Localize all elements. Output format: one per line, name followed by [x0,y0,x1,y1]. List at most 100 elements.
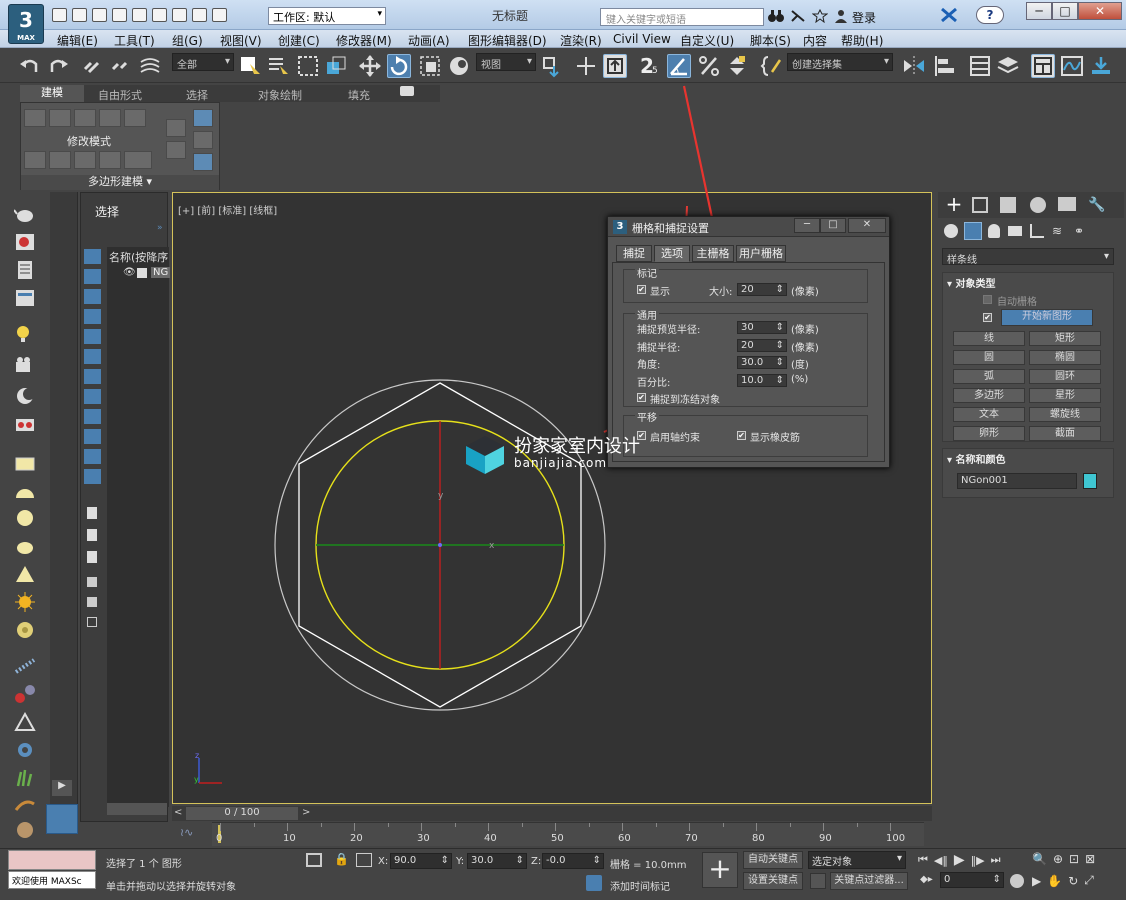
keyboard-shortcut-button[interactable] [603,54,627,78]
material-editor-icon[interactable] [14,232,36,252]
star-button[interactable]: 星形 [1029,388,1101,403]
window2-icon[interactable] [192,8,207,22]
selection-filter-dropdown[interactable]: 全部 ▾ [172,53,234,71]
ribbon-tool-icon[interactable] [193,131,213,149]
spinner-arrows-icon[interactable]: ⇕ [993,874,1001,885]
particles-icon[interactable] [14,656,36,676]
motion-tab-icon[interactable] [1030,197,1046,213]
snap-frozen-checkbox[interactable]: ✔ [637,393,646,402]
next-key-icon[interactable]: ‖▶ [971,854,985,867]
filter-hidden-icon[interactable] [84,469,101,484]
filter-groups-icon[interactable] [84,369,101,384]
spinner-arrows-icon[interactable]: ⇕ [776,322,784,333]
grass-icon[interactable] [14,768,36,788]
eye-icon[interactable]: 👁 [123,267,136,278]
select-object-button[interactable] [238,54,262,78]
hair-icon[interactable] [14,796,36,816]
shell-icon[interactable] [14,820,36,840]
percent-spinner[interactable]: 10.0 ⇕ [737,374,787,387]
ngon-button[interactable]: 多边形 [953,388,1025,403]
spinner-arrows-icon[interactable]: ⇕ [776,284,784,295]
auto-key-button[interactable]: 自动关键点 [743,851,803,869]
auto-grid-checkbox[interactable] [983,295,992,304]
filter-xrefs-icon[interactable] [84,389,101,404]
spinner-arrows-icon[interactable]: ⇕ [516,855,524,866]
display-rubber-band-checkbox[interactable]: ✔ [737,431,746,440]
snap-radius-spinner[interactable]: 20 ⇕ [737,339,787,352]
filter-frozen-icon[interactable] [84,449,101,464]
exchange-icon[interactable] [940,7,958,23]
y-coordinate-field[interactable]: 30.0 ⇕ [467,853,527,869]
tab-freeform[interactable]: 自由形式 [98,87,142,103]
molecule-icon[interactable] [14,684,36,704]
filter-containers-icon[interactable] [84,429,101,444]
spinner-arrows-icon[interactable]: ⇕ [776,357,784,368]
tab-selection[interactable]: 选择 [186,87,208,103]
prev-key-icon[interactable]: ◀‖ [934,854,948,867]
menu-graph-editors[interactable]: 图形编辑器(D) [468,32,547,49]
angle-snap-button[interactable] [667,54,691,78]
menu-content[interactable]: 内容 [803,32,827,49]
maximize-button[interactable]: □ [1052,2,1078,20]
menu-edit[interactable]: 编辑(E) [57,32,98,49]
box-icon[interactable] [14,454,36,474]
modify-tab-icon[interactable] [972,197,988,213]
current-frame-field[interactable]: 0 ⇕ [940,872,1004,888]
dialog-maximize-button[interactable]: □ [820,218,846,233]
geometry-icon[interactable] [944,224,958,238]
scene-explorer-button[interactable] [968,54,992,78]
open-file-icon[interactable] [72,8,87,22]
helix-button[interactable]: 螺旋线 [1029,407,1101,422]
sun-icon[interactable] [14,592,36,612]
play-icon[interactable]: ▶ [954,852,965,868]
time-tag-icon[interactable] [586,875,602,891]
list-item[interactable]: 👁 NG [123,267,171,281]
placement-button[interactable] [447,54,471,78]
select-manipulate-button[interactable] [574,54,598,78]
sphere-icon[interactable] [14,508,36,528]
select-by-name-button[interactable] [266,54,290,78]
dialog-close-button[interactable]: ✕ [848,218,886,233]
play-icon[interactable]: ▶ [52,780,72,796]
document-icon[interactable] [14,260,36,280]
move-button[interactable] [358,54,382,78]
spinner-arrows-icon[interactable]: ⇕ [776,340,784,351]
pan-hand-icon[interactable]: ✋ [1047,874,1062,888]
moon-icon[interactable] [14,386,36,406]
maximize-viewport-icon[interactable]: ⤢ [1084,873,1094,888]
help-icon[interactable]: ? [976,6,1004,24]
key-filters-button[interactable]: 关键点过滤器... [830,872,908,890]
tag-icon[interactable] [87,617,97,627]
binoculars-icon[interactable] [768,9,784,23]
line-button[interactable]: 线 [953,331,1025,346]
horizontal-scrollbar[interactable] [107,803,167,815]
rollout-header[interactable]: ▾ 名称和颜色 [947,451,1006,466]
donut-button[interactable]: 圆环 [1029,369,1101,384]
zoom-extents-all-icon[interactable]: ⊠ [1085,852,1095,866]
ribbon-tool-icon[interactable] [193,109,213,127]
text-button[interactable]: 文本 [953,407,1025,422]
fov-icon[interactable]: ▶ [1032,874,1041,888]
section-button[interactable]: 截面 [1029,426,1101,441]
set-key-button[interactable]: 设置关键点 [743,872,803,890]
zoom-icon[interactable]: 🔍 [1032,852,1047,866]
tab-object-paint[interactable]: 对象绘制 [258,87,302,103]
schematic-view-button[interactable] [1089,54,1113,78]
hierarchy-tab-icon[interactable] [1000,197,1016,213]
app-logo[interactable]: 3 MAX [8,4,44,44]
ribbon-tool-icon[interactable] [74,109,96,127]
arc-button[interactable]: 弧 [953,369,1025,384]
time-slider-thumb[interactable]: 0 / 100 [186,807,298,820]
filter-bones-icon[interactable] [84,409,101,424]
ribbon-tool-icon[interactable] [193,153,213,171]
curve-editor-button[interactable] [1060,54,1084,78]
ribbon-tool-icon[interactable] [24,109,46,127]
marker-size-spinner[interactable]: 20 ⇕ [737,283,787,296]
search-input[interactable]: 键入关键字或短语 [600,8,764,26]
rotate-button[interactable] [387,54,411,78]
helpers-icon[interactable] [1030,224,1044,238]
percent-snap-button[interactable] [697,54,721,78]
menu-help[interactable]: 帮助(H) [841,32,883,49]
undo-icon[interactable] [112,8,127,22]
filter-spacewarps-icon[interactable] [84,349,101,364]
